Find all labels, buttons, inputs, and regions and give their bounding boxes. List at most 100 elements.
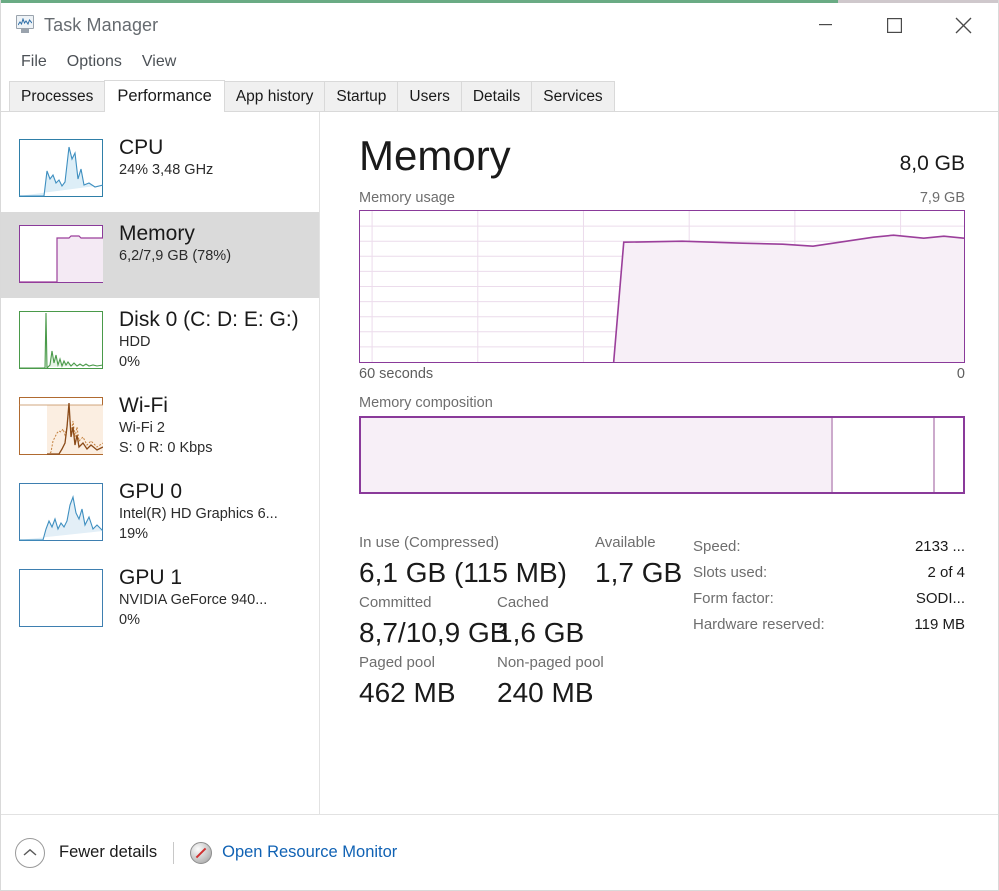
window-controls (791, 3, 998, 47)
menu-item-options[interactable]: Options (57, 50, 132, 74)
chevron-up-icon (15, 837, 45, 868)
stat-available-label: Available (595, 534, 656, 551)
sidebar-item-cpu[interactable]: CPU 24% 3,48 GHz (1, 126, 319, 212)
tab-startup[interactable]: Startup (324, 81, 399, 111)
sidebar-item-gpu1[interactable]: GPU 1 NVIDIA GeForce 940... 0% (1, 556, 319, 642)
stat-committed-label: Committed (359, 594, 432, 611)
sidebar-wifi-adapter: Wi-Fi 2 (119, 420, 165, 436)
spec-row-hardware-reserved: Hardware reserved: 119 MB (693, 612, 965, 638)
sidebar-wifi-throughput: S: 0 R: 0 Kbps (119, 440, 213, 456)
memory-total: 8,0 GB (899, 152, 965, 175)
stat-in-use: In use (Compressed) 6,1 GB (115 MB) (359, 532, 595, 592)
spec-speed-label: Speed: (693, 538, 741, 555)
sidebar-memory-detail: 6,2/7,9 GB (78%) (119, 248, 232, 264)
wifi-thumbnail-graph (19, 397, 103, 455)
window-title: Task Manager (44, 14, 159, 35)
spec-row-speed: Speed: 2133 ... (693, 534, 965, 560)
sidebar-item-memory[interactable]: Memory 6,2/7,9 GB (78%) (1, 212, 319, 298)
spec-row-form-factor: Form factor: SODI... (693, 586, 965, 612)
sidebar-disk-type: HDD (119, 334, 151, 350)
content-area: CPU 24% 3,48 GHz Memory 6,2/7,9 GB (78%) (1, 112, 998, 814)
menu-bar: File Options View (1, 47, 998, 77)
tab-users[interactable]: Users (397, 81, 462, 111)
disk-thumbnail-graph (19, 311, 103, 369)
spec-slots-value: 2 of 4 (927, 564, 965, 581)
stats-row-3: Paged pool 462 MB Non-paged pool 240 MB (359, 652, 693, 712)
close-button[interactable] (929, 3, 998, 47)
usage-graph-header: Memory usage 7,9 GB (359, 190, 965, 206)
tab-app-history[interactable]: App history (223, 81, 326, 111)
sidebar-item-disk[interactable]: Disk 0 (C: D: E: G:) HDD 0% (1, 298, 319, 384)
stat-committed-value: 8,7/10,9 GB (359, 617, 509, 648)
stats-row-2: Committed 8,7/10,9 GB Cached 1,6 GB (359, 592, 693, 652)
resource-sidebar: CPU 24% 3,48 GHz Memory 6,2/7,9 GB (78%) (1, 112, 320, 814)
spec-hardware-reserved-label: Hardware reserved: (693, 616, 825, 633)
usage-graph-footer: 60 seconds 0 (359, 366, 965, 382)
maximize-button[interactable] (860, 3, 929, 47)
stat-non-paged-pool-label: Non-paged pool (497, 654, 604, 671)
open-resource-monitor-label: Open Resource Monitor (222, 843, 398, 861)
task-manager-icon (13, 15, 35, 35)
minimize-button[interactable] (791, 3, 860, 47)
cpu-thumbnail-graph (19, 139, 103, 197)
spec-row-slots: Slots used: 2 of 4 (693, 560, 965, 586)
fewer-details-button[interactable]: Fewer details (15, 837, 157, 868)
sidebar-gpu1-model: NVIDIA GeForce 940... (119, 592, 268, 608)
composition-divider-2 (932, 418, 935, 492)
usage-graph-zero-label: 0 (956, 366, 965, 382)
sidebar-item-gpu0[interactable]: GPU 0 Intel(R) HD Graphics 6... 19% (1, 470, 319, 556)
tab-performance[interactable]: Performance (104, 80, 225, 112)
spec-slots-label: Slots used: (693, 564, 768, 581)
title-bar: Task Manager (1, 3, 998, 47)
usage-graph-max: 7,9 GB (919, 190, 965, 206)
memory-usage-graph (359, 210, 965, 363)
composition-divider-1 (830, 418, 833, 492)
sidebar-gpu0-usage: 19% (119, 526, 149, 542)
memory-composition-label: Memory composition (359, 395, 493, 411)
usage-graph-time-label: 60 seconds (359, 366, 434, 382)
stat-committed: Committed 8,7/10,9 GB (359, 592, 509, 652)
spec-form-factor-label: Form factor: (693, 590, 774, 607)
spec-form-factor-value: SODI... (915, 590, 965, 607)
stat-paged-pool-value: 462 MB (359, 677, 456, 708)
page-title: Memory (359, 132, 511, 179)
stat-in-use-value: 6,1 GB (115 MB) (359, 557, 568, 588)
stat-in-use-label: In use (Compressed) (359, 534, 500, 551)
usage-graph-label: Memory usage (359, 190, 455, 206)
memory-stats-group: In use (Compressed) 6,1 GB (115 MB) Avai… (359, 532, 693, 712)
stat-available: Available 1,7 GB (595, 532, 682, 592)
memory-detail-panel: Memory 8,0 GB Memory usage 7,9 GB 60 sec… (320, 112, 998, 814)
stat-cached-label: Cached (497, 594, 549, 611)
task-manager-window: Task Manager File Options View Processes… (0, 0, 999, 891)
gpu0-thumbnail-graph (19, 483, 103, 541)
footer-bar: Fewer details Open Resource Monitor (1, 814, 998, 890)
sidebar-memory-title: Memory (119, 222, 195, 245)
stat-cached: Cached 1,6 GB (497, 592, 584, 652)
memory-composition-bar[interactable] (359, 416, 965, 494)
gpu1-thumbnail-graph (19, 569, 103, 627)
menu-item-view[interactable]: View (132, 50, 186, 74)
sidebar-cpu-detail: 24% 3,48 GHz (119, 162, 214, 178)
tab-processes[interactable]: Processes (9, 81, 106, 111)
stat-paged-pool: Paged pool 462 MB (359, 652, 497, 712)
stat-non-paged-pool: Non-paged pool 240 MB (497, 652, 604, 712)
memory-specs-group: Speed: 2133 ... Slots used: 2 of 4 Form … (693, 532, 965, 712)
stat-cached-value: 1,6 GB (497, 617, 585, 648)
composition-in-use-segment (361, 418, 831, 492)
sidebar-gpu1-usage: 0% (119, 612, 140, 628)
spec-hardware-reserved-value: 119 MB (914, 616, 965, 633)
resource-monitor-icon (190, 841, 213, 864)
sidebar-disk-title: Disk 0 (C: D: E: G:) (119, 308, 299, 331)
memory-header: Memory 8,0 GB (359, 132, 965, 180)
stat-non-paged-pool-value: 240 MB (497, 677, 594, 708)
tab-services[interactable]: Services (531, 81, 615, 111)
sidebar-cpu-title: CPU (119, 136, 164, 159)
tab-details[interactable]: Details (460, 81, 533, 111)
sidebar-gpu1-title: GPU 1 (119, 566, 183, 589)
menu-item-file[interactable]: File (11, 50, 57, 74)
sidebar-item-wifi[interactable]: Wi-Fi Wi-Fi 2 S: 0 R: 0 Kbps (1, 384, 319, 470)
open-resource-monitor-link[interactable]: Open Resource Monitor (190, 841, 398, 864)
footer-separator (173, 841, 175, 864)
stat-available-value: 1,7 GB (595, 557, 683, 588)
stats-row-1: In use (Compressed) 6,1 GB (115 MB) Avai… (359, 532, 693, 592)
